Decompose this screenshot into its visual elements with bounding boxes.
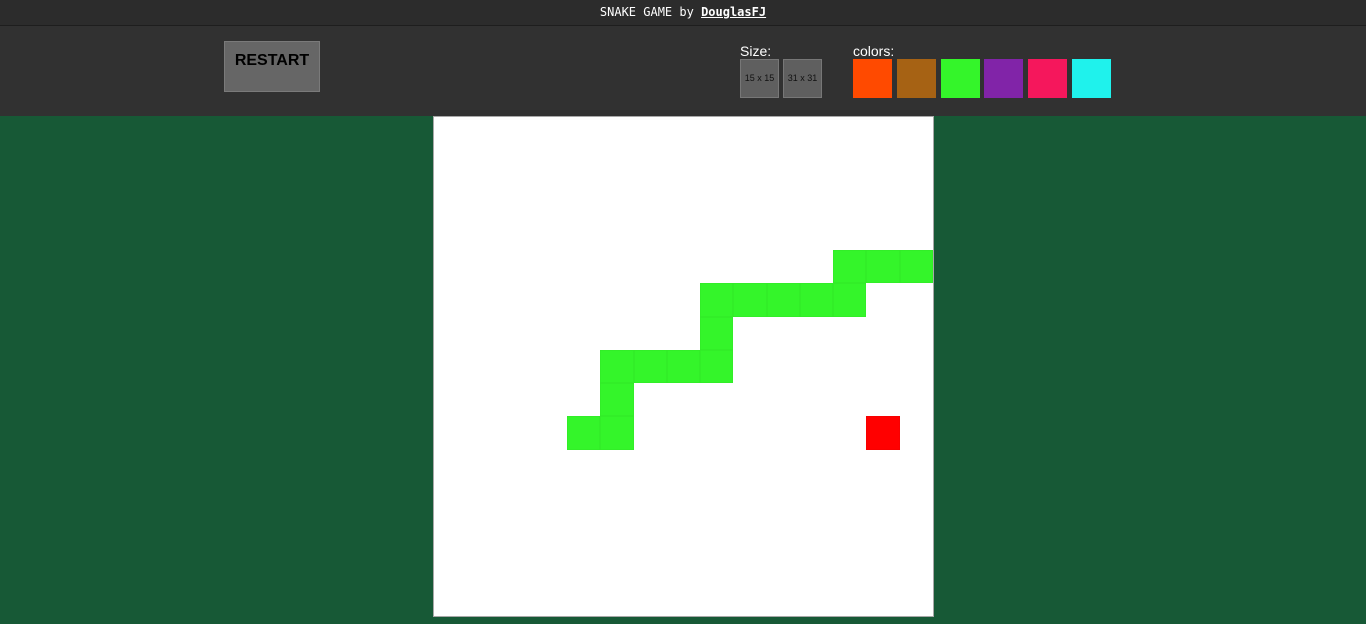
snake-segment	[600, 416, 634, 450]
snake-segment	[866, 250, 900, 284]
color-swatch-cyan[interactable]	[1072, 59, 1111, 98]
snake-segment	[899, 250, 933, 284]
color-swatch-green[interactable]	[941, 59, 980, 98]
size-15-button[interactable]: 15 x 15	[740, 59, 779, 98]
snake-segment	[600, 383, 634, 417]
size-label: Size:	[740, 43, 772, 59]
color-swatch-orange[interactable]	[853, 59, 892, 98]
control-panel: RESTART Size: 15 x 15 31 x 31 colors:	[0, 26, 1366, 116]
snake-segment	[700, 283, 734, 317]
snake-segment	[766, 283, 800, 317]
title-bar: SNAKE GAME by DouglasFJ	[0, 0, 1366, 26]
snake-segment	[733, 283, 767, 317]
author-link[interactable]: DouglasFJ	[701, 5, 766, 19]
restart-button[interactable]: RESTART	[224, 41, 320, 92]
snake-segment	[567, 416, 601, 450]
snake-segment	[600, 349, 634, 384]
page-title: SNAKE GAME by	[599, 5, 694, 19]
size-31-button[interactable]: 31 x 31	[783, 59, 822, 98]
color-swatch-pink[interactable]	[1028, 59, 1067, 98]
color-swatch-purple[interactable]	[984, 59, 1023, 98]
snake-segment	[833, 283, 867, 317]
food-item	[866, 416, 900, 450]
snake-segment	[666, 349, 701, 384]
snake-segment	[700, 349, 734, 384]
colors-label: colors:	[853, 43, 895, 59]
snake-segment	[633, 349, 667, 384]
snake-segment	[799, 283, 834, 317]
game-board[interactable]	[433, 116, 934, 617]
color-swatch-brown[interactable]	[897, 59, 936, 98]
snake-segment	[833, 250, 867, 284]
snake-segment	[700, 316, 734, 350]
